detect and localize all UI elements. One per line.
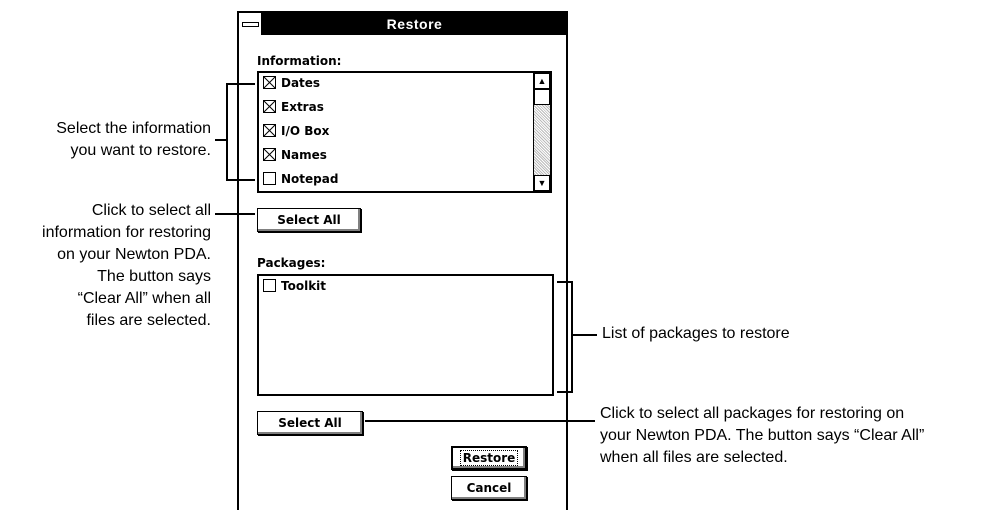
checkbox-extras[interactable] (263, 100, 276, 113)
information-scrollbar[interactable]: ▲ ▼ (533, 73, 550, 191)
annotation-line: Click to select all (91, 202, 211, 219)
annotation-line: Select the information (56, 120, 211, 137)
checkbox-toolkit[interactable] (263, 279, 276, 292)
scroll-thumb[interactable] (534, 89, 550, 105)
system-menu-button[interactable] (239, 13, 263, 35)
restore-button-label: Restore (459, 450, 519, 466)
window-title: Restore (386, 16, 443, 32)
information-list[interactable]: Dates Extras I/O Box Names Notepad ▲ ▼ (257, 71, 552, 193)
item-label: I/O Box (281, 124, 330, 138)
leader-line (215, 213, 255, 215)
annotation-packages-list: List of packages to restore (602, 325, 790, 342)
bracket-line (226, 83, 228, 181)
scroll-down-arrow-icon[interactable]: ▼ (534, 175, 550, 191)
cancel-button[interactable]: Cancel (451, 476, 527, 500)
annotation-line: on your Newton PDA. (57, 246, 211, 263)
item-label: Extras (281, 100, 324, 114)
annotation-select-all-information: Click to select all information for rest… (42, 200, 211, 332)
list-item[interactable]: I/O Box (263, 121, 329, 141)
annotation-line: files are selected. (86, 312, 211, 329)
item-label: Names (281, 148, 327, 162)
list-item[interactable]: Notepad (263, 169, 338, 189)
item-label: Dates (281, 76, 321, 90)
annotation-line: The button says (97, 268, 211, 285)
annotation-line: information for restoring (42, 224, 211, 241)
list-item[interactable]: Dates (263, 73, 320, 93)
leader-line (573, 334, 597, 336)
checkbox-dates[interactable] (263, 76, 276, 89)
list-item[interactable]: Toolkit (263, 276, 326, 296)
restore-dialog: Restore Information: Dates Extras I/O Bo… (237, 11, 568, 510)
leader-line (365, 420, 595, 422)
annotation-select-information: Select the information you want to resto… (56, 118, 211, 162)
bracket-line (571, 281, 573, 393)
bracket-line (226, 83, 255, 85)
checkbox-names[interactable] (263, 148, 276, 161)
item-label: Toolkit (281, 279, 327, 293)
item-label: Notepad (281, 172, 339, 186)
checkbox-io-box[interactable] (263, 124, 276, 137)
annotation-line: Click to select all packages for restori… (600, 405, 905, 422)
annotation-line: when all files are selected. (600, 449, 788, 466)
information-label: Information: (257, 54, 342, 68)
list-item[interactable]: Extras (263, 97, 324, 117)
select-all-information-button[interactable]: Select All (257, 208, 361, 232)
annotation-line: your Newton PDA. The button says “Clear … (600, 427, 925, 444)
system-menu-icon (242, 22, 259, 27)
annotation-line: you want to restore. (70, 142, 211, 159)
packages-label: Packages: (257, 256, 326, 270)
list-item[interactable]: Names (263, 145, 327, 165)
scroll-up-arrow-icon[interactable]: ▲ (534, 73, 550, 89)
select-all-packages-button[interactable]: Select All (257, 411, 363, 435)
restore-button[interactable]: Restore (451, 446, 527, 470)
bracket-line (557, 391, 573, 393)
leader-line (215, 139, 226, 141)
annotation-select-all-packages: Click to select all packages for restori… (600, 403, 924, 469)
bracket-line (226, 179, 255, 181)
annotation-line: “Clear All” when all (77, 290, 211, 307)
title-bar[interactable]: Restore (239, 13, 566, 35)
checkbox-notepad[interactable] (263, 172, 276, 185)
packages-list[interactable]: Toolkit (257, 274, 554, 396)
